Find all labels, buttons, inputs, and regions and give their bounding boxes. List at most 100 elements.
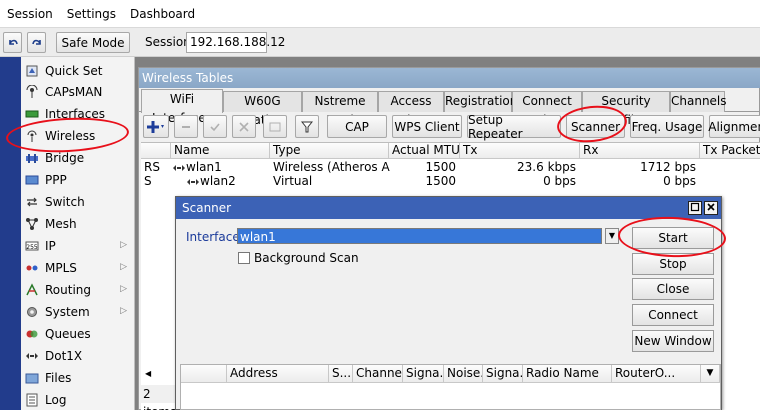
new-window-button[interactable]: New Window (632, 330, 714, 352)
column-header-routeros[interactable]: RouterO... (612, 365, 701, 383)
column-header-actual-mtu[interactable]: Actual MTU (389, 143, 460, 159)
sidebar-item-mesh[interactable]: Mesh (21, 213, 135, 235)
menubar: Session Settings Dashboard (0, 0, 760, 28)
column-header-tx-packet[interactable]: Tx Packet (p (700, 143, 760, 159)
undo-button[interactable] (3, 32, 22, 53)
sidebar-item-ppp[interactable]: PPP (21, 169, 135, 191)
mpls-icon (24, 261, 40, 275)
enable-button[interactable] (203, 115, 227, 138)
column-header-ssid[interactable]: S... (329, 365, 353, 383)
sidebar-item-routing[interactable]: Routing ▷ (21, 279, 135, 301)
row-tx: 0 bps (543, 174, 576, 188)
column-header-flags[interactable] (181, 365, 227, 383)
submenu-arrow-icon: ▷ (120, 240, 127, 250)
row-name[interactable]: wlan1 (183, 160, 271, 174)
remove-button[interactable] (174, 115, 198, 138)
vertical-brand-strip (0, 57, 21, 410)
ip-icon: 255 (24, 239, 40, 253)
tab-access-list[interactable]: Access List (378, 91, 444, 127)
column-header-flags[interactable] (141, 143, 171, 159)
sidebar-item-switch[interactable]: Switch (21, 191, 135, 213)
scanner-title[interactable]: Scanner (176, 197, 721, 219)
alignment-button[interactable]: Alignment (708, 115, 760, 138)
column-chooser-button[interactable]: ▼ (701, 365, 720, 383)
filter-icon (301, 121, 313, 132)
wireless-tables-title[interactable]: Wireless Tables (139, 68, 760, 88)
svg-text:255: 255 (26, 244, 38, 251)
sidebar-item-mpls[interactable]: MPLS ▷ (21, 257, 135, 279)
capsman-icon (24, 85, 40, 99)
chevron-down-icon: ▼ (706, 368, 714, 378)
interfaces-icon (24, 107, 40, 121)
freq-usage-button[interactable]: Freq. Usage (630, 115, 704, 138)
plus-icon (147, 120, 164, 133)
wireless-tabs: WiFi Interfaces W60G Station Nstreme Dua… (139, 88, 760, 127)
interface-dropdown-button[interactable]: ▼ (605, 228, 619, 244)
menu-session[interactable]: Session (0, 0, 60, 28)
row-rx: 1712 bps (640, 160, 696, 174)
column-header-tx[interactable]: Tx (460, 143, 580, 159)
tab-connect-list[interactable]: Connect List (512, 91, 582, 127)
column-header-signal-to-noise[interactable]: Signa... (483, 365, 523, 383)
column-header-rx[interactable]: Rx (580, 143, 700, 159)
add-button[interactable] (143, 115, 169, 138)
sidebar-item-dot1x[interactable]: Dot1X (21, 345, 135, 367)
log-icon (24, 393, 40, 407)
disable-button[interactable] (232, 115, 256, 138)
column-header-type[interactable]: Type (270, 143, 389, 159)
close-window-button[interactable] (704, 201, 718, 215)
menu-settings[interactable]: Settings (60, 0, 123, 28)
setup-repeater-button[interactable]: Setup Repeater (467, 113, 561, 141)
menu-dashboard[interactable]: Dashboard (123, 0, 202, 28)
sidebar-item-capsman[interactable]: CAPsMAN (21, 81, 135, 103)
tab-wifi-interfaces[interactable]: WiFi Interfaces (141, 89, 223, 125)
wps-client-button[interactable]: WPS Client (392, 115, 462, 138)
sidebar-item-files[interactable]: Files (21, 367, 135, 389)
tab-w60g-station[interactable]: W60G Station (223, 91, 302, 127)
filter-button[interactable] (295, 115, 319, 138)
maximize-button[interactable] (688, 201, 702, 215)
main-toolbar: Safe Mode Session: 192.168.188.12 (0, 28, 760, 57)
dot1x-icon (24, 349, 40, 363)
column-header-name[interactable]: Name (171, 143, 270, 159)
cap-button[interactable]: CAP (327, 115, 387, 138)
sidebar-item-system[interactable]: System ▷ (21, 301, 135, 323)
submenu-arrow-icon: ▷ (120, 284, 127, 294)
connect-button[interactable]: Connect (632, 304, 714, 326)
sidebar: Quick Set CAPsMAN Interfaces Wireless Br… (21, 57, 135, 410)
routing-icon (24, 283, 40, 297)
column-header-radio-name[interactable]: Radio Name (523, 365, 612, 383)
redo-button[interactable] (27, 32, 46, 53)
column-header-channel[interactable]: Channel (353, 365, 403, 383)
interface-select[interactable]: wlan1 (237, 228, 602, 244)
switch-icon (24, 195, 40, 209)
sidebar-item-queues[interactable]: Queues (21, 323, 135, 345)
column-header-address[interactable]: Address (227, 365, 329, 383)
tab-nstreme-dual[interactable]: Nstreme Dual (302, 91, 378, 127)
cross-icon (239, 121, 249, 132)
sidebar-item-quick-set[interactable]: Quick Set (21, 60, 135, 82)
tab-registration[interactable]: Registration (444, 91, 517, 112)
undo-icon (8, 39, 18, 45)
row-type: Virtual (273, 174, 313, 188)
queues-icon (24, 327, 40, 341)
tab-channels[interactable]: Channels (670, 91, 727, 112)
row-flags: RS (144, 160, 160, 174)
session-address-field[interactable]: 192.168.188.12 (186, 32, 285, 53)
row-mtu: 1500 (425, 174, 456, 188)
row-name[interactable]: wlan2 (197, 174, 271, 188)
column-header-signal[interactable]: Signa... (403, 365, 444, 383)
sidebar-item-log[interactable]: Log (21, 389, 135, 410)
scroll-left-icon[interactable]: ◀ (145, 369, 151, 378)
background-scan-checkbox[interactable] (238, 252, 250, 264)
ppp-icon (24, 173, 40, 187)
chevron-down-icon: ▼ (608, 231, 616, 240)
close-button[interactable]: Close (632, 278, 714, 300)
interface-label: Interface: (186, 230, 244, 244)
row-mtu: 1500 (425, 160, 456, 174)
row-flags: S (144, 174, 152, 188)
column-header-noise[interactable]: Noise... (444, 365, 483, 383)
safe-mode-button[interactable]: Safe Mode (56, 32, 130, 53)
sidebar-item-ip[interactable]: 255 IP ▷ (21, 235, 135, 257)
comment-button[interactable] (263, 115, 287, 138)
